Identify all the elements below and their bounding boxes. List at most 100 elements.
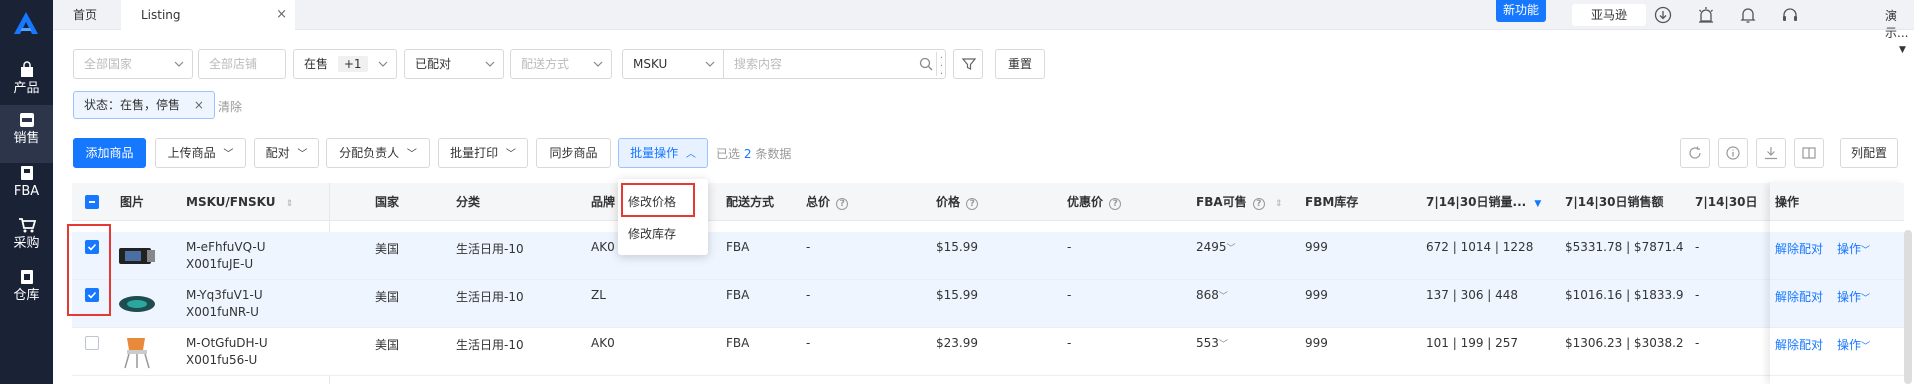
- sidebar-item-warehouse[interactable]: 仓库: [0, 262, 53, 320]
- status-extra-count: +1: [337, 56, 368, 72]
- refresh-button[interactable]: [1680, 138, 1710, 168]
- batch-print-button[interactable]: 批量打印 ﹀: [438, 138, 528, 168]
- select-all-checkbox[interactable]: [85, 195, 99, 209]
- batch-print-label: 批量打印: [450, 146, 499, 160]
- chevron-down-icon: ﹀: [1226, 244, 1236, 254]
- reset-button[interactable]: 重置: [995, 49, 1045, 79]
- country-select[interactable]: 全部国家: [73, 49, 193, 79]
- close-icon[interactable]: ×: [276, 0, 287, 30]
- pair-button[interactable]: 配对 ﹀: [254, 138, 319, 168]
- price: $15.99: [936, 288, 978, 302]
- sales-more: -: [1695, 288, 1700, 302]
- th-image: 图片: [120, 195, 145, 209]
- more-options-icon[interactable]: · · ·: [936, 52, 946, 80]
- total-price: -: [806, 240, 811, 254]
- brand: AK0: [591, 336, 615, 350]
- fba-available[interactable]: 868﹀: [1196, 288, 1228, 302]
- th-delivery: 配送方式: [726, 195, 775, 209]
- marketplace-label: 亚马逊: [1590, 8, 1627, 22]
- export-button[interactable]: [1756, 138, 1786, 168]
- menu-item-highlight-box: [621, 183, 695, 217]
- th-country: 国家: [375, 195, 400, 209]
- selected-count: 2: [743, 147, 752, 161]
- assign-owner-button[interactable]: 分配负责人 ﹀: [326, 138, 430, 168]
- alarm-icon[interactable]: [1697, 6, 1715, 24]
- chevron-down-icon: ﹀: [223, 149, 234, 160]
- delivery-select[interactable]: 配送方式: [510, 49, 612, 79]
- tab-listing[interactable]: Listing ×: [121, 0, 295, 30]
- sort-icon[interactable]: ⇕: [286, 199, 294, 209]
- fbm-stock: 999: [1305, 240, 1328, 254]
- country: 美国: [375, 242, 400, 256]
- listing-table: 图片 MSKU/FNSKU ⇕ 国家 分类 品牌 配送方式 总价 ? 价格 ? …: [72, 183, 1904, 384]
- table-row[interactable]: M-eFhfuVQ-U X001fuJE-U 美国 生活日用-10 AK0 FB…: [72, 232, 1904, 280]
- new-feature-badge[interactable]: 新功能: [1496, 0, 1546, 22]
- sidebar-item-sales[interactable]: 销售: [0, 105, 53, 163]
- product-thumbnail[interactable]: [117, 238, 157, 274]
- sync-product-button[interactable]: 同步商品: [536, 138, 611, 168]
- fba-available[interactable]: 2495﹀: [1196, 240, 1236, 254]
- help-icon[interactable]: ?: [1109, 198, 1122, 210]
- chevron-down-icon: ﹀: [406, 149, 417, 160]
- fba-value: 553: [1196, 336, 1219, 350]
- store-select-value: 全部店铺: [209, 57, 258, 71]
- column-config-button[interactable]: 列配置: [1840, 138, 1898, 168]
- sidebar-item-purchase[interactable]: 采购: [0, 210, 53, 268]
- fba-available[interactable]: 553﹀: [1196, 336, 1228, 350]
- pairing-select[interactable]: 已配对: [404, 49, 504, 79]
- help-icon[interactable]: ?: [966, 198, 979, 210]
- fbm-stock: 999: [1305, 288, 1328, 302]
- th-sales-qty[interactable]: 7|14|30日销量... ▼: [1426, 183, 1541, 221]
- th-fba-available[interactable]: FBA可售 ? ⇕: [1196, 183, 1283, 221]
- product-thumbnail[interactable]: [117, 334, 157, 370]
- app-logo-icon[interactable]: [11, 10, 41, 36]
- filter-settings-button[interactable]: [953, 49, 983, 79]
- product-thumbnail[interactable]: [117, 286, 157, 322]
- table-row[interactable]: M-Yq3fuV1-U X001fuNR-U 美国 生活日用-10 ZL FBA…: [72, 280, 1904, 328]
- chevron-down-icon: ﹀: [1218, 340, 1228, 350]
- clear-filters-link[interactable]: 清除: [218, 98, 242, 115]
- sort-icon[interactable]: ⇕: [1275, 199, 1283, 209]
- download-icon: [1765, 147, 1777, 160]
- search-field-select[interactable]: MSKU: [622, 49, 724, 79]
- sidebar-item-fba[interactable]: FBA: [0, 158, 53, 216]
- top-bar: 首页 Listing × 新功能 亚马逊 演示... ▼: [53, 0, 1914, 55]
- sort-desc-icon[interactable]: ▼: [1534, 199, 1541, 209]
- marketplace-selector[interactable]: 亚马逊: [1572, 4, 1646, 26]
- sales-qty: 672 | 1014 | 1228: [1426, 240, 1534, 254]
- chevron-down-icon: ﹀: [505, 149, 516, 160]
- th-sale-price: 优惠价 ?: [1067, 183, 1122, 221]
- search-icon[interactable]: [919, 57, 933, 71]
- search-input[interactable]: 搜索内容 · · ·: [723, 49, 946, 80]
- menu-item-edit-stock[interactable]: 修改库存: [618, 219, 708, 249]
- info-button[interactable]: [1718, 138, 1748, 168]
- download-circle-icon[interactable]: [1654, 6, 1672, 24]
- bell-icon[interactable]: [1739, 6, 1757, 24]
- tag-close-icon[interactable]: ×: [194, 98, 204, 112]
- selected-prefix: 已选: [716, 147, 741, 161]
- status-select[interactable]: 在售 +1: [293, 49, 397, 79]
- tab-home[interactable]: 首页: [53, 0, 119, 30]
- msku: M-OtGfuDH-U: [186, 336, 268, 350]
- user-menu[interactable]: 演示... ▼: [1885, 7, 1914, 55]
- layout-button[interactable]: [1794, 138, 1824, 168]
- upload-product-button[interactable]: 上传商品 ﹀: [155, 138, 246, 168]
- th-more: 7|14|30日: [1695, 195, 1758, 209]
- help-icon[interactable]: ?: [1252, 198, 1265, 210]
- warehouse-icon: [20, 270, 33, 284]
- vertical-scrollbar[interactable]: [1904, 230, 1912, 384]
- th-sales-amount: 7|14|30日销售额: [1565, 195, 1664, 209]
- row-checkbox[interactable]: [85, 336, 99, 350]
- batch-operations-button[interactable]: 批量操作 ︿: [618, 138, 708, 168]
- headset-icon[interactable]: [1781, 6, 1799, 24]
- msku: M-eFhfuVQ-U: [186, 240, 266, 254]
- th-category: 分类: [456, 195, 481, 209]
- sales-qty: 137 | 306 | 448: [1426, 288, 1519, 302]
- help-icon[interactable]: ?: [836, 198, 849, 210]
- sell-icon: [19, 113, 34, 127]
- th-msku[interactable]: MSKU/FNSKU ⇕: [186, 183, 293, 221]
- store-select[interactable]: 全部店铺: [198, 49, 286, 79]
- table-row[interactable]: M-OtGfuDH-U X001fu56-U 美国 生活日用-10 AK0 FB…: [72, 328, 1904, 376]
- add-product-button[interactable]: 添加商品: [73, 138, 146, 168]
- selected-suffix: 条数据: [755, 147, 792, 161]
